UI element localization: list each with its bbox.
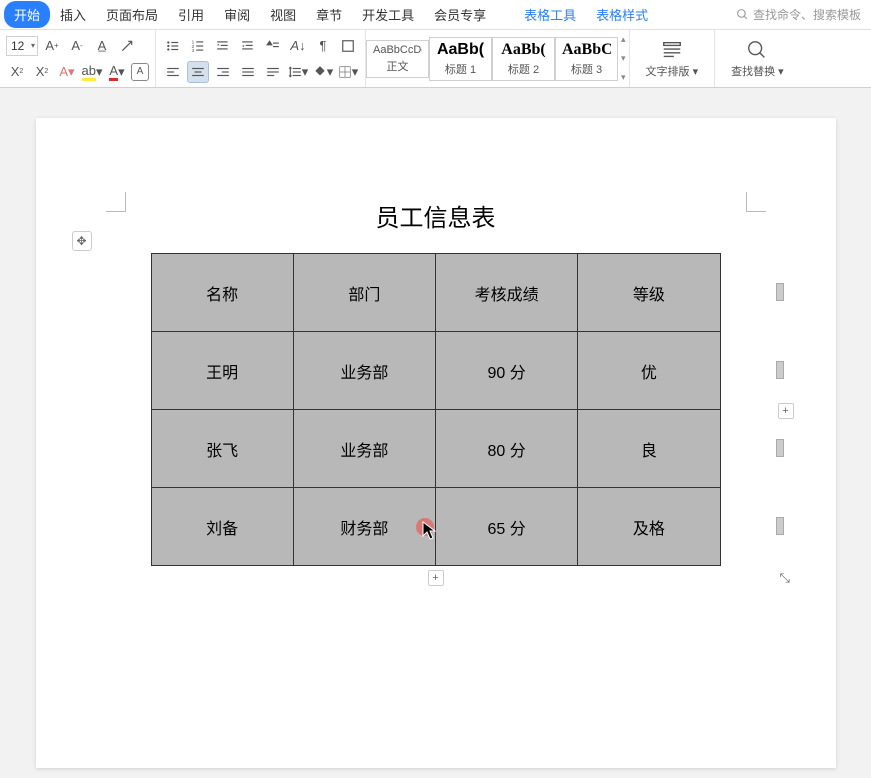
line-border-button[interactable] — [337, 35, 359, 57]
font-effects-button[interactable]: A▾ — [56, 61, 78, 83]
styles-expand[interactable]: ▾ — [621, 72, 626, 83]
shading-button[interactable]: ▾ — [312, 61, 334, 83]
row-marker[interactable] — [776, 283, 784, 301]
table-header-cell[interactable]: 考核成绩 — [436, 254, 578, 332]
style-heading1[interactable]: AaBb( 标题 1 — [429, 37, 492, 81]
table-cell[interactable]: 刘备 — [151, 488, 293, 566]
tab-review[interactable]: 审阅 — [214, 1, 260, 28]
table-header-row[interactable]: 名称 部门 考核成绩 等级 — [151, 254, 720, 332]
menu-bar: 开始 插入 页面布局 引用 审阅 视图 章节 开发工具 会员专享 表格工具 表格… — [0, 0, 871, 30]
tab-dev-tools[interactable]: 开发工具 — [352, 1, 424, 28]
table-cell[interactable]: 业务部 — [293, 332, 435, 410]
search-placeholder: 查找命令、搜索模板 — [753, 6, 861, 23]
show-marks-button[interactable]: ¶ — [312, 35, 334, 57]
row-marker[interactable] — [776, 439, 784, 457]
align-center-button[interactable] — [187, 61, 209, 83]
char-border-button[interactable]: A — [131, 63, 149, 81]
table-move-handle[interactable]: ✥ — [72, 231, 92, 251]
align-distribute-button[interactable] — [262, 61, 284, 83]
increase-font-button[interactable]: A+ — [41, 35, 63, 57]
table-cell[interactable]: 良 — [578, 410, 720, 488]
styles-scroll-down[interactable]: ▾ — [621, 53, 626, 64]
font-size-select[interactable]: 12 — [6, 36, 38, 56]
ribbon-toolbar: 12 A+ A- A̲ X2 X2 A▾ ab▾ A▾ A 123 A↓ ¶ — [0, 30, 871, 88]
style-body[interactable]: AaBbCcDd 正文 — [366, 40, 429, 78]
document-title: 员工信息表 — [96, 198, 776, 233]
margin-mark-tr — [746, 192, 766, 212]
align-justify-button[interactable] — [237, 61, 259, 83]
add-row-button[interactable]: + — [778, 403, 794, 419]
row-marker[interactable] — [776, 517, 784, 535]
change-case-button[interactable]: A̲ — [91, 35, 113, 57]
table-cell[interactable]: 优 — [578, 332, 720, 410]
page: 员工信息表 ✥ 名称 部门 考核成绩 等级 王明 业务部 90 分 优 张飞 — [36, 118, 836, 768]
table-cell[interactable]: 及格 — [578, 488, 720, 566]
style-heading3[interactable]: AaBbC( 标题 3 — [555, 37, 618, 81]
margin-mark-tl — [106, 192, 126, 212]
add-column-button[interactable]: + — [428, 570, 444, 586]
increase-indent-button[interactable] — [237, 35, 259, 57]
text-layout-icon — [661, 39, 683, 61]
command-search[interactable]: 查找命令、搜索模板 — [730, 6, 867, 23]
employee-table[interactable]: 名称 部门 考核成绩 等级 王明 业务部 90 分 优 张飞 业务部 80 分 … — [151, 253, 721, 566]
table-cell[interactable]: 业务部 — [293, 410, 435, 488]
style-heading2[interactable]: AaBb( 标题 2 — [492, 37, 555, 81]
svg-text:3: 3 — [192, 47, 195, 52]
table-cell[interactable]: 90 分 — [436, 332, 578, 410]
font-group: 12 A+ A- A̲ X2 X2 A▾ ab▾ A▾ A — [0, 30, 156, 87]
clear-format-button[interactable] — [116, 35, 138, 57]
tab-chapter[interactable]: 章节 — [306, 1, 352, 28]
table-row[interactable]: 刘备 财务部 65 分 及格 — [151, 488, 720, 566]
table-row[interactable]: 王明 业务部 90 分 优 — [151, 332, 720, 410]
table-cell[interactable]: 80 分 — [436, 410, 578, 488]
table-cell[interactable]: 张飞 — [151, 410, 293, 488]
find-replace-button[interactable]: 查找替换 ▾ — [725, 39, 790, 79]
decrease-indent-button[interactable] — [212, 35, 234, 57]
table-row[interactable]: 张飞 业务部 80 分 良 — [151, 410, 720, 488]
decrease-font-button[interactable]: A- — [66, 35, 88, 57]
tab-premium[interactable]: 会员专享 — [424, 1, 496, 28]
table-resize-handle[interactable]: ⤡ — [780, 570, 796, 586]
row-marker[interactable] — [776, 361, 784, 379]
tab-view[interactable]: 视图 — [260, 1, 306, 28]
paragraph-group: 123 A↓ ¶ ▾ ▾ ▾ — [156, 30, 366, 87]
table-cell[interactable]: 财务部 — [293, 488, 435, 566]
highlight-button[interactable]: ab▾ — [81, 61, 103, 83]
text-direction-button[interactable]: A↓ — [287, 35, 309, 57]
styles-group: AaBbCcDd 正文 AaBb( 标题 1 AaBb( 标题 2 AaBbC(… — [366, 30, 630, 87]
document-canvas[interactable]: 员工信息表 ✥ 名称 部门 考核成绩 等级 王明 业务部 90 分 优 张飞 — [0, 88, 871, 778]
tab-table-tools[interactable]: 表格工具 — [514, 1, 586, 28]
align-left-button[interactable] — [162, 61, 184, 83]
tab-references[interactable]: 引用 — [168, 1, 214, 28]
table-header-cell[interactable]: 部门 — [293, 254, 435, 332]
tab-start[interactable]: 开始 — [4, 1, 50, 28]
magnifier-icon — [746, 39, 768, 61]
search-icon — [736, 8, 749, 21]
styles-scroll-up[interactable]: ▴ — [621, 34, 626, 45]
bullet-list-button[interactable] — [162, 35, 184, 57]
sort-button[interactable] — [262, 35, 284, 57]
subscript-button[interactable]: X2 — [31, 61, 53, 83]
tab-table-styles[interactable]: 表格样式 — [586, 1, 658, 28]
font-color-button[interactable]: A▾ — [106, 61, 128, 83]
borders-button[interactable]: ▾ — [337, 61, 359, 83]
table-header-cell[interactable]: 名称 — [151, 254, 293, 332]
table-header-cell[interactable]: 等级 — [578, 254, 720, 332]
table-cell[interactable]: 65 分 — [436, 488, 578, 566]
tab-page-layout[interactable]: 页面布局 — [96, 1, 168, 28]
line-spacing-button[interactable]: ▾ — [287, 61, 309, 83]
tab-insert[interactable]: 插入 — [50, 1, 96, 28]
number-list-button[interactable]: 123 — [187, 35, 209, 57]
text-layout-button[interactable]: 文字排版 ▾ — [640, 39, 705, 79]
table-cell[interactable]: 王明 — [151, 332, 293, 410]
superscript-button[interactable]: X2 — [6, 61, 28, 83]
align-right-button[interactable] — [212, 61, 234, 83]
table-wrapper: ✥ 名称 部门 考核成绩 等级 王明 业务部 90 分 优 张飞 业务部 8 — [96, 253, 776, 566]
